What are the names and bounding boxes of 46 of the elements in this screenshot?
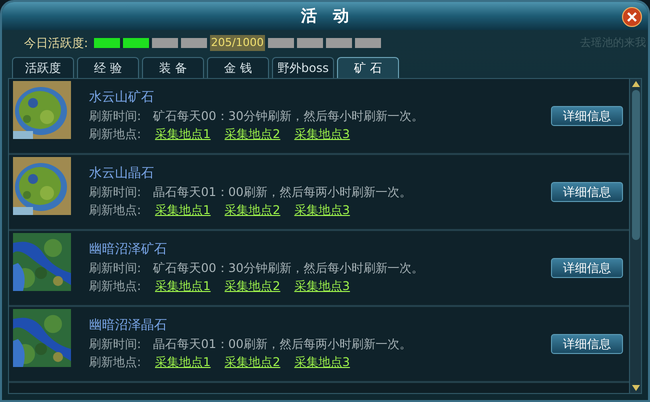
close-icon [627,12,637,22]
scroll-thumb[interactable] [632,90,640,240]
window-title: 活 动 [301,5,349,27]
item-title: 水云山晶石 [89,167,154,181]
location-link[interactable]: 采集地点2 [224,355,280,369]
details-button[interactable]: 详细信息 [551,182,623,202]
location-link[interactable]: 采集地点1 [155,355,211,369]
place-label: 刷新地点: [89,355,141,369]
location-link[interactable]: 采集地点1 [155,203,211,217]
tab[interactable]: 活跃度 [12,57,74,78]
details-button[interactable]: 详细信息 [551,106,623,126]
time-text: 晶石每天01：00刷新，然后每两小时刷新一次。 [153,337,412,351]
location-link[interactable]: 采集地点3 [294,203,350,217]
time-label: 刷新时间: [89,109,142,123]
item-title: 幽暗沼泽矿石 [89,243,167,257]
details-button[interactable]: 详细信息 [551,334,623,354]
details-button[interactable]: 详细信息 [551,258,623,278]
time-label: 刷新时间: [89,185,142,199]
tab[interactable]: 矿 石 [337,57,399,78]
time-text: 矿石每天00：30分钟刷新，然后每小时刷新一次。 [153,109,424,123]
close-button[interactable] [622,7,642,27]
location-link[interactable]: 采集地点3 [294,127,350,141]
location-link[interactable]: 采集地点1 [155,127,211,141]
location-link[interactable]: 采集地点2 [224,279,280,293]
item-title: 水云山矿石 [89,91,154,105]
item-title: 幽暗沼泽晶石 [89,319,167,333]
location-link[interactable]: 采集地点1 [155,279,211,293]
activity-label: 今日活跃度: [24,35,88,52]
activity-reading: 205/1000 [210,35,265,51]
time-label: 刷新时间: [89,337,142,351]
location-link[interactable]: 采集地点2 [224,127,280,141]
time-text: 晶石每天01：00刷新，然后每两小时刷新一次。 [153,185,412,199]
place-label: 刷新地点: [89,279,141,293]
tab[interactable]: 野外boss [272,57,334,78]
scroll-down-icon[interactable] [630,383,640,393]
time-label: 刷新时间: [89,261,142,275]
tab[interactable]: 装 备 [142,57,204,78]
tab[interactable]: 金 钱 [207,57,269,78]
location-link[interactable]: 采集地点3 [294,355,350,369]
place-label: 刷新地点: [89,203,141,217]
tab[interactable]: 经 验 [77,57,139,78]
location-link[interactable]: 采集地点3 [294,279,350,293]
place-label: 刷新地点: [89,127,141,141]
time-text: 矿石每天00：30分钟刷新，然后每小时刷新一次。 [153,261,424,275]
scrollbar[interactable] [629,79,641,393]
location-link[interactable]: 采集地点2 [224,203,280,217]
